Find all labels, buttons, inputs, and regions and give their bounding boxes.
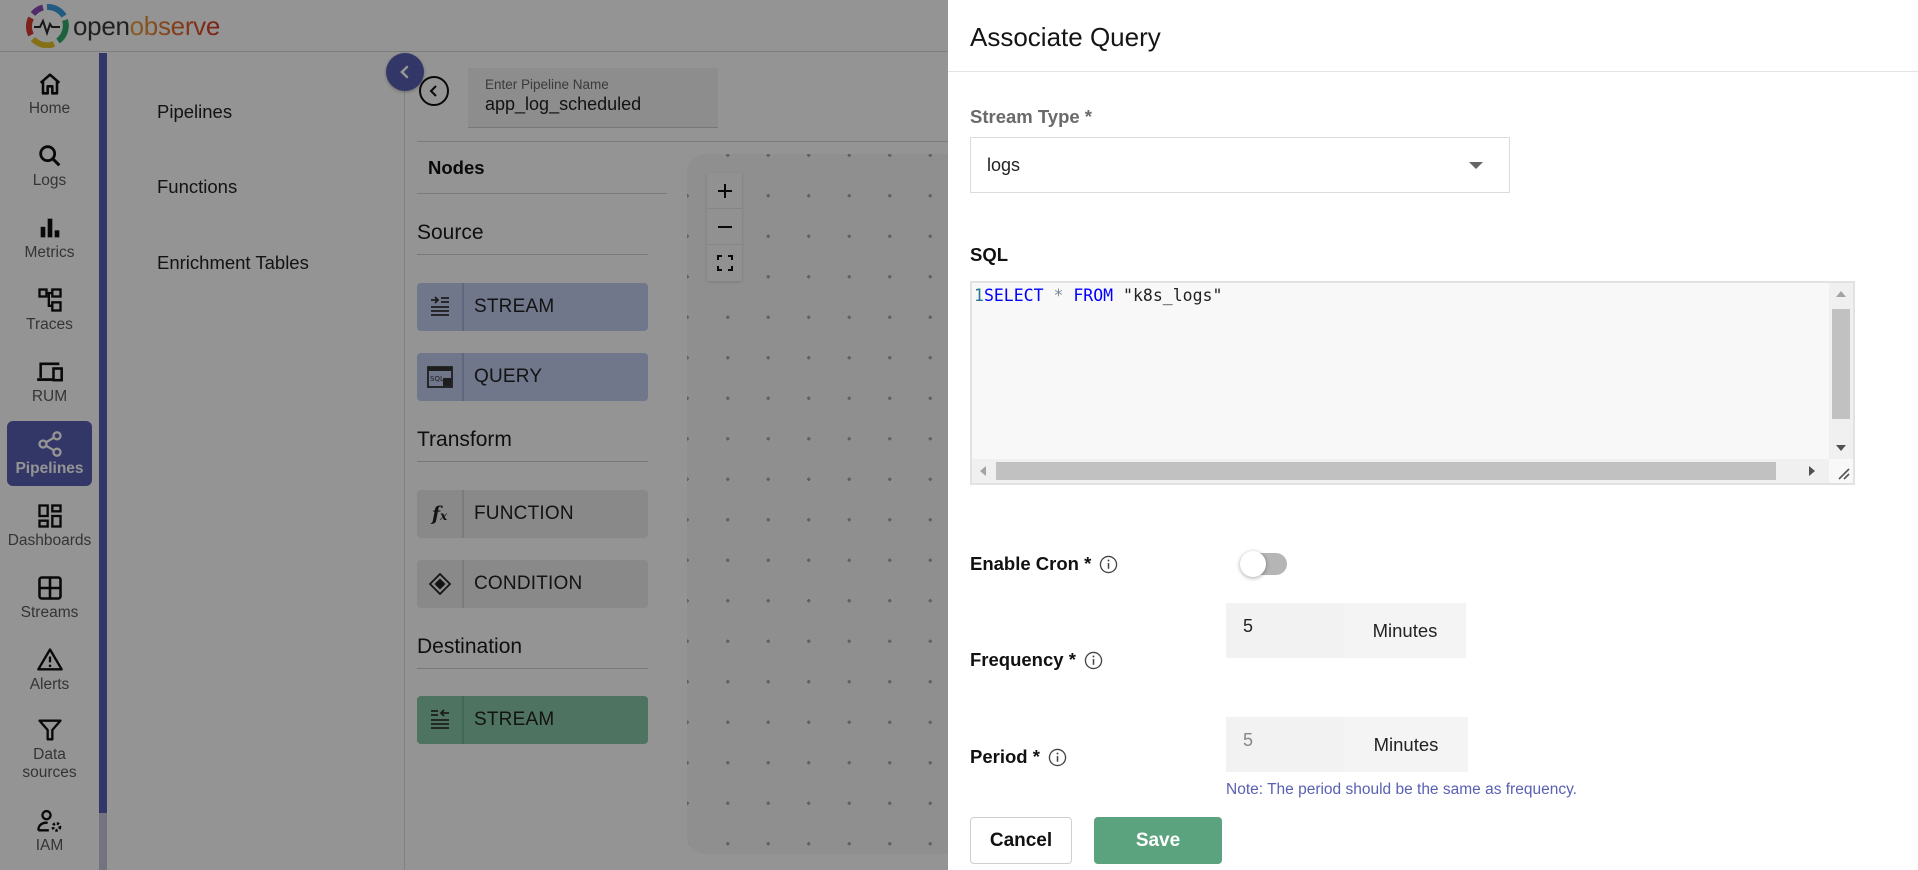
sql-string-stream: "k8s_logs" [1123,286,1223,305]
scroll-thumb[interactable] [996,462,1776,480]
stream-type-value: logs [987,154,1021,175]
dropdown-caret-icon [1469,162,1483,169]
toggle-thumb [1240,551,1266,577]
associate-query-drawer: Associate Query Stream Type * logs SQL 1… [948,0,1918,870]
frequency-text: Frequency * [970,649,1076,670]
app-root: openobserve Home Logs Metrics Traces RUM… [0,0,1918,870]
frequency-unit: Minutes [1344,603,1466,658]
period-unit: Minutes [1344,717,1468,772]
stream-type-label: Stream Type * [970,106,1093,127]
sql-operator-star: * [1053,286,1064,305]
line-number: 1 [974,286,984,305]
period-input-group: 5 Minutes [1226,717,1468,772]
sql-horizontal-scrollbar[interactable] [972,459,1829,483]
frequency-label: Frequency * [970,649,1103,671]
scroll-up-icon[interactable] [1836,291,1846,297]
drawer-title: Associate Query [970,22,1161,52]
scroll-down-icon[interactable] [1836,445,1846,451]
info-icon[interactable] [1099,555,1118,574]
frequency-value-input[interactable]: 5 [1226,603,1344,658]
frequency-input-group: 5 Minutes [1226,603,1466,658]
enable-cron-text: Enable Cron * [970,553,1092,574]
scroll-left-icon[interactable] [980,466,986,476]
info-icon[interactable] [1084,651,1103,670]
sql-line-1: 1SELECT * FROM "k8s_logs" [974,286,1222,305]
sql-editor[interactable]: 1SELECT * FROM "k8s_logs" [970,281,1855,485]
info-icon[interactable] [1048,748,1067,767]
drawer-header-divider [948,71,1918,72]
period-value-input[interactable]: 5 [1226,717,1344,772]
sql-keyword-from: FROM [1073,286,1114,305]
sql-vertical-scrollbar[interactable] [1829,283,1853,459]
enable-cron-label: Enable Cron * [970,553,1118,575]
scroll-right-icon[interactable] [1809,466,1815,476]
sql-keyword-select: SELECT [983,286,1044,305]
period-note: Note: The period should be the same as f… [1226,781,1577,798]
enable-cron-toggle[interactable] [1240,551,1287,577]
period-text: Period * [970,746,1040,767]
period-label: Period * [970,746,1067,768]
resize-grip-icon[interactable] [1833,463,1851,481]
save-button[interactable]: Save [1094,817,1222,864]
cancel-button[interactable]: Cancel [970,817,1072,864]
scroll-thumb[interactable] [1832,309,1850,419]
stream-type-select[interactable]: logs [970,137,1510,193]
modal-backdrop[interactable] [0,0,948,870]
sql-label: SQL [970,244,1009,265]
